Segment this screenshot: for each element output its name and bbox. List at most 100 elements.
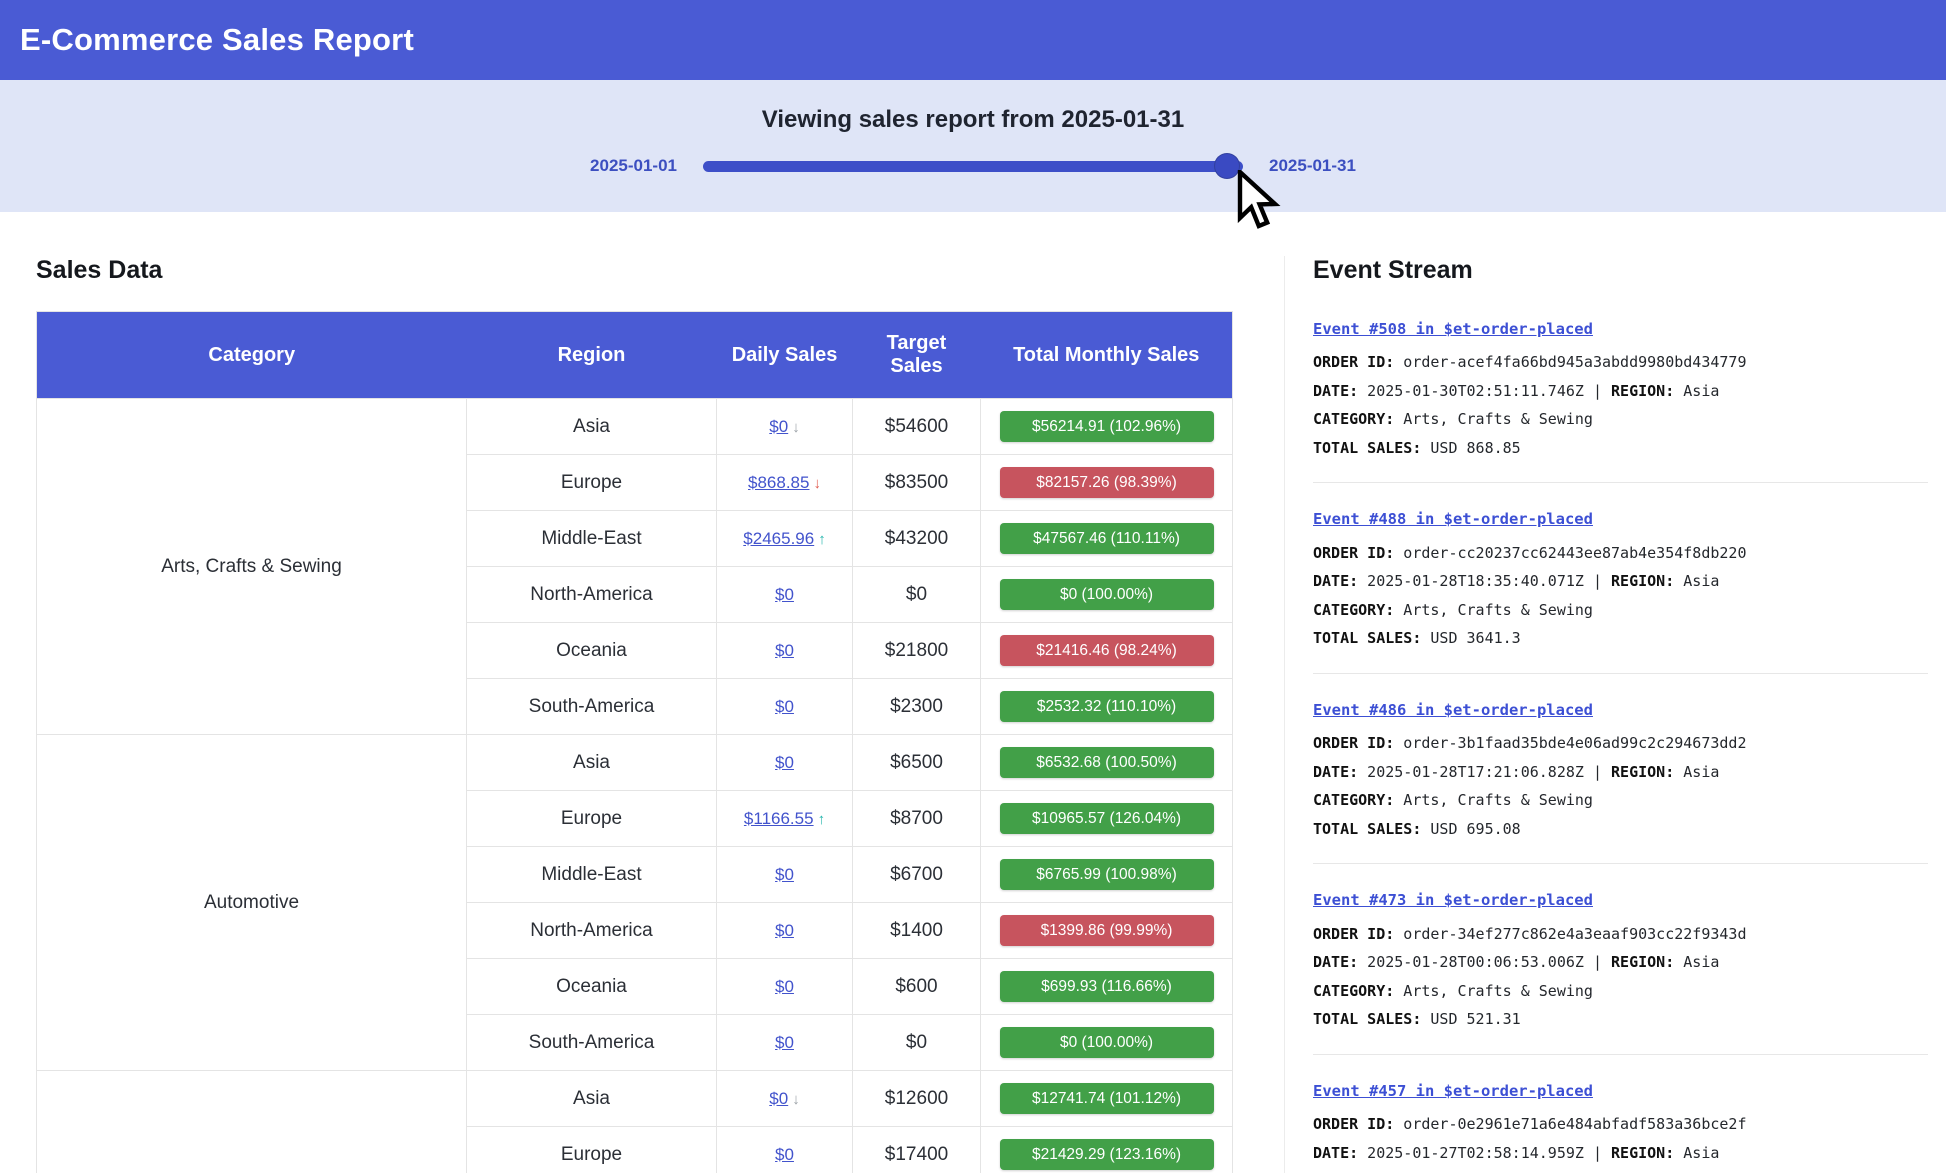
- region-cell: North-America: [467, 903, 717, 959]
- monthly-sales-badge: $21429.29 (123.16%): [1000, 1139, 1214, 1170]
- daily-sales-cell: $868.85↓: [717, 455, 853, 511]
- event-detail-line: ORDER ID: order-0e2961e71a6e484abfadf583…: [1313, 1110, 1928, 1139]
- table-row: AutomotiveAsia$0$6500$6532.68 (100.50%): [37, 735, 1233, 791]
- daily-sales-link[interactable]: $0: [775, 977, 794, 996]
- event-detail-line: TOTAL SALES: USD 695.08: [1313, 815, 1928, 844]
- target-sales-cell: $600: [853, 959, 981, 1015]
- slider-title: Viewing sales report from 2025-01-31: [0, 106, 1946, 134]
- region-cell: South-America: [467, 1015, 717, 1071]
- daily-sales-link[interactable]: $0: [769, 417, 788, 436]
- daily-sales-cell: $0: [717, 679, 853, 735]
- date-slider-track[interactable]: [703, 161, 1243, 172]
- region-cell: Middle-East: [467, 847, 717, 903]
- target-sales-cell: $43200: [853, 511, 981, 567]
- event-item: Event #488 in $et-order-placed ORDER ID: …: [1313, 505, 1928, 652]
- column-header-region: Region: [467, 312, 717, 399]
- region-cell: Europe: [467, 1127, 717, 1173]
- total-monthly-sales-cell: $82157.26 (98.39%): [981, 455, 1233, 511]
- monthly-sales-badge: $47567.46 (110.11%): [1000, 523, 1214, 554]
- table-row: Asia $0↓ $12600 $12741.74 (101.12%): [37, 1071, 1233, 1127]
- event-detail-line: CATEGORY: Arts, Crafts & Sewing: [1313, 1167, 1928, 1173]
- date-slider-thumb[interactable]: [1215, 154, 1239, 178]
- daily-sales-link[interactable]: $0: [775, 585, 794, 604]
- event-item: Event #473 in $et-order-placed ORDER ID: …: [1313, 886, 1928, 1033]
- trend-up-arrow-icon: ↑: [818, 531, 826, 548]
- target-sales-cell: $0: [853, 567, 981, 623]
- daily-sales-link[interactable]: $0: [775, 921, 794, 940]
- monthly-sales-badge: $21416.46 (98.24%): [1000, 635, 1214, 666]
- target-sales-cell: $1400: [853, 903, 981, 959]
- region-cell: North-America: [467, 567, 717, 623]
- total-monthly-sales-cell: $6532.68 (100.50%): [981, 735, 1233, 791]
- daily-sales-link[interactable]: $0: [775, 1033, 794, 1052]
- total-monthly-sales-cell: $12741.74 (101.12%): [981, 1071, 1233, 1127]
- target-sales-cell: $12600: [853, 1071, 981, 1127]
- monthly-sales-badge: $6765.99 (100.98%): [1000, 859, 1214, 890]
- category-cell: Arts, Crafts & Sewing: [37, 399, 467, 735]
- event-detail-line: ORDER ID: order-cc20237cc62443ee87ab4e35…: [1313, 539, 1928, 568]
- event-link[interactable]: Event #457 in $et-order-placed: [1313, 1077, 1593, 1106]
- monthly-sales-badge: $0 (100.00%): [1000, 579, 1214, 610]
- region-cell: Asia: [467, 1071, 717, 1127]
- event-link[interactable]: Event #488 in $et-order-placed: [1313, 505, 1593, 534]
- total-monthly-sales-cell: $2532.32 (110.10%): [981, 679, 1233, 735]
- event-divider: [1313, 1054, 1928, 1055]
- daily-sales-link[interactable]: $0: [775, 641, 794, 660]
- slider-max-label: 2025-01-31: [1269, 156, 1356, 176]
- monthly-sales-badge: $12741.74 (101.12%): [1000, 1083, 1214, 1114]
- daily-sales-cell: $0: [717, 623, 853, 679]
- daily-sales-cell: $1166.55↑: [717, 791, 853, 847]
- daily-sales-cell: $2465.96↑: [717, 511, 853, 567]
- event-detail-line: CATEGORY: Arts, Crafts & Sewing: [1313, 786, 1928, 815]
- trend-down-arrow-icon: ↓: [792, 419, 800, 436]
- monthly-sales-badge: $82157.26 (98.39%): [1000, 467, 1214, 498]
- date-slider-section: Viewing sales report from 2025-01-31 202…: [0, 80, 1946, 212]
- event-detail-line: DATE: 2025-01-28T18:35:40.071Z | REGION:…: [1313, 567, 1928, 596]
- total-monthly-sales-cell: $1399.86 (99.99%): [981, 903, 1233, 959]
- total-monthly-sales-cell: $699.93 (116.66%): [981, 959, 1233, 1015]
- daily-sales-link[interactable]: $868.85: [748, 473, 809, 492]
- daily-sales-link[interactable]: $0: [775, 1145, 794, 1164]
- target-sales-cell: $54600: [853, 399, 981, 455]
- monthly-sales-badge: $0 (100.00%): [1000, 1027, 1214, 1058]
- region-cell: Europe: [467, 455, 717, 511]
- event-detail-line: DATE: 2025-01-28T00:06:53.006Z | REGION:…: [1313, 948, 1928, 977]
- daily-sales-link[interactable]: $0: [775, 865, 794, 884]
- event-detail-line: TOTAL SALES: USD 521.31: [1313, 1005, 1928, 1034]
- event-link[interactable]: Event #473 in $et-order-placed: [1313, 886, 1593, 915]
- total-monthly-sales-cell: $21416.46 (98.24%): [981, 623, 1233, 679]
- total-monthly-sales-cell: $47567.46 (110.11%): [981, 511, 1233, 567]
- total-monthly-sales-cell: $0 (100.00%): [981, 1015, 1233, 1071]
- monthly-sales-badge: $6532.68 (100.50%): [1000, 747, 1214, 778]
- daily-sales-link[interactable]: $0: [775, 697, 794, 716]
- total-monthly-sales-cell: $21429.29 (123.16%): [981, 1127, 1233, 1173]
- daily-sales-link[interactable]: $0: [769, 1089, 788, 1108]
- event-link[interactable]: Event #486 in $et-order-placed: [1313, 696, 1593, 725]
- monthly-sales-badge: $2532.32 (110.10%): [1000, 691, 1214, 722]
- event-detail-line: CATEGORY: Arts, Crafts & Sewing: [1313, 977, 1928, 1006]
- app-header: E-Commerce Sales Report: [0, 0, 1946, 80]
- trend-down-arrow-icon: ↓: [792, 1091, 800, 1108]
- event-detail-line: ORDER ID: order-acef4fa66bd945a3abdd9980…: [1313, 348, 1928, 377]
- column-header-daily-sales: Daily Sales: [717, 312, 853, 399]
- target-sales-cell: $21800: [853, 623, 981, 679]
- target-sales-cell: $83500: [853, 455, 981, 511]
- slider-min-label: 2025-01-01: [590, 156, 677, 176]
- event-detail-line: CATEGORY: Arts, Crafts & Sewing: [1313, 596, 1928, 625]
- daily-sales-cell: $0: [717, 567, 853, 623]
- event-detail-line: CATEGORY: Arts, Crafts & Sewing: [1313, 405, 1928, 434]
- event-divider: [1313, 673, 1928, 674]
- event-divider: [1313, 482, 1928, 483]
- target-sales-cell: $6700: [853, 847, 981, 903]
- daily-sales-link[interactable]: $1166.55: [744, 809, 814, 828]
- total-monthly-sales-cell: $10965.57 (126.04%): [981, 791, 1233, 847]
- daily-sales-link[interactable]: $2465.96: [743, 529, 814, 548]
- event-link[interactable]: Event #508 in $et-order-placed: [1313, 315, 1593, 344]
- target-sales-cell: $2300: [853, 679, 981, 735]
- daily-sales-link[interactable]: $0: [775, 753, 794, 772]
- event-detail-line: ORDER ID: order-34ef277c862e4a3eaaf903cc…: [1313, 920, 1928, 949]
- column-header-total-monthly-sales: Total Monthly Sales: [981, 312, 1233, 399]
- column-header-category: Category: [37, 312, 467, 399]
- event-detail-line: DATE: 2025-01-27T02:58:14.959Z | REGION:…: [1313, 1139, 1928, 1168]
- sales-table-header-row: CategoryRegionDaily SalesTarget SalesTot…: [37, 312, 1233, 399]
